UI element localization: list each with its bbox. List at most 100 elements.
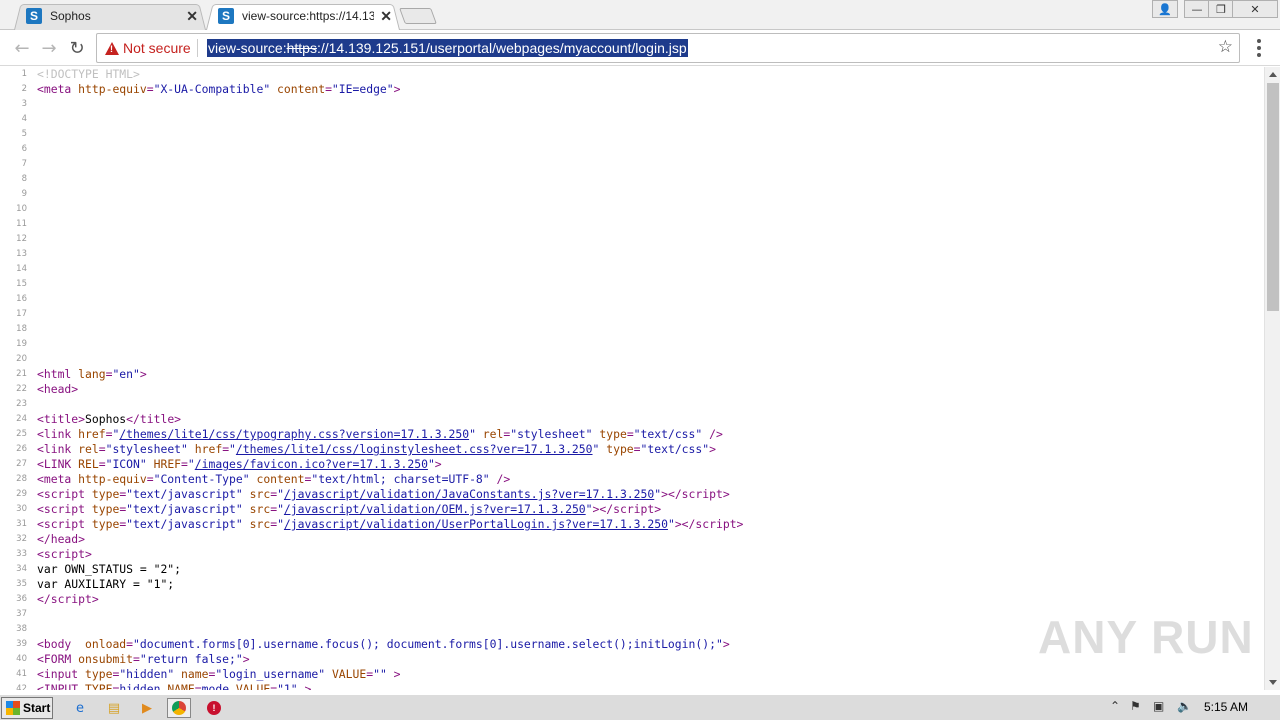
line-code: <script type="text/javascript" src="/jav… [37,517,744,531]
line-number: 27 [16,459,27,469]
line-code: <input type="hidden" name="login_usernam… [37,667,401,681]
source-line: 32 </head> [0,532,1264,547]
line-number: 39 [16,639,27,649]
line-code: <link rel="stylesheet" href="/themes/lit… [37,442,716,456]
line-code: <LINK REL="ICON" HREF="/images/favicon.i… [37,457,442,471]
source-line: 27 <LINK REL="ICON" HREF="/images/favicon… [0,457,1264,472]
line-number: 7 [21,159,27,169]
line-number: 18 [16,324,27,334]
line-number: 13 [16,249,27,259]
close-tab-icon[interactable]: ✕ [380,8,392,25]
line-number: 32 [16,534,27,544]
forward-arrow-icon[interactable]: → [37,36,61,60]
address-bar[interactable]: Not secure view-source:https://14.139.12… [96,33,1240,63]
chrome-icon[interactable] [167,698,191,718]
source-line: 10 [0,202,1264,217]
source-line: 17 [0,307,1264,322]
scroll-up-arrow-icon[interactable] [1269,72,1277,77]
scroll-down-arrow-icon[interactable] [1269,680,1277,685]
line-number: 12 [16,234,27,244]
taskbar: Start e ▤ ▶ ! ⌃ ⚑ ▣ 🔈 5:15 AM [0,694,1280,720]
restore-button[interactable]: ❐ [1208,0,1234,18]
profile-icon[interactable]: 👤 [1152,0,1178,18]
source-line: 16 [0,292,1264,307]
clock[interactable]: 5:15 AM [1204,700,1248,714]
line-code: <script> [37,547,92,561]
close-window-button[interactable]: ✕ [1232,0,1278,18]
warning-icon[interactable] [105,42,119,55]
media-player-icon[interactable]: ▶ [135,698,159,718]
line-number: 20 [16,354,27,364]
reload-icon[interactable]: ↻ [65,36,89,60]
line-code: <INPUT TYPE=hidden NAME=mode VALUE="1" > [37,682,312,690]
volume-icon[interactable]: 🔈 [1177,699,1192,713]
bookmark-star-icon[interactable]: ☆ [1218,37,1233,57]
tab-title: Sophos [50,9,91,23]
minimize-button[interactable]: — [1184,0,1210,18]
line-number: 38 [16,624,27,634]
url-text[interactable]: view-source:https://14.139.125.151/userp… [207,39,688,57]
tab-sophos[interactable]: S Sophos ✕ [14,2,206,30]
line-code: <script type="text/javascript" src="/jav… [37,487,730,501]
source-line: 42 <INPUT TYPE=hidden NAME=mode VALUE="1"… [0,682,1264,690]
line-code: <body onload="document.forms[0].username… [37,637,730,651]
stop-icon[interactable]: ! [202,698,226,718]
source-line: 9 [0,187,1264,202]
network-icon[interactable]: ▣ [1153,699,1164,713]
ie-icon[interactable]: e [68,698,92,718]
source-line: 12 [0,232,1264,247]
flag-icon[interactable]: ⚑ [1130,699,1141,713]
source-line: 1 <!DOCTYPE HTML> [0,67,1264,82]
url-scheme: https [286,40,317,56]
line-code: var AUXILIARY = "1"; [37,577,175,591]
url-rest: ://14.139.125.151/userportal/webpages/my… [316,40,687,56]
source-line: 21 <html lang="en"> [0,367,1264,382]
line-number: 22 [16,384,27,394]
line-number: 42 [16,684,27,690]
source-line: 18 [0,322,1264,337]
explorer-folder-icon[interactable]: ▤ [102,698,126,718]
line-number: 30 [16,504,27,514]
security-indicator[interactable]: Not secure [123,40,191,56]
line-number: 37 [16,609,27,619]
line-number: 4 [21,114,27,124]
source-line: 8 [0,172,1264,187]
close-tab-icon[interactable]: ✕ [186,8,198,25]
source-line: 11 [0,217,1264,232]
url-prefix: view-source: [208,40,287,56]
line-code: <script type="text/javascript" src="/jav… [37,502,662,516]
source-line: 29 <script type="text/javascript" src="/j… [0,487,1264,502]
source-line: 41 <input type="hidden" name="login_usern… [0,667,1264,682]
source-line: 20 [0,352,1264,367]
anyrun-watermark: ANY RUN [1038,611,1254,663]
line-number: 15 [16,279,27,289]
divider [197,39,198,57]
sophos-favicon-icon: S [26,8,42,24]
scroll-thumb[interactable] [1267,83,1279,311]
line-code: <FORM onsubmit="return false;"> [37,652,250,666]
line-code: <meta http-equiv="X-UA-Compatible" conte… [37,82,401,96]
source-line: 7 [0,157,1264,172]
line-code: <meta http-equiv="Content-Type" content=… [37,472,511,486]
source-line: 13 [0,247,1264,262]
line-code: <!DOCTYPE HTML> [37,67,140,81]
source-line: 31 <script type="text/javascript" src="/j… [0,517,1264,532]
menu-dots-icon[interactable] [1252,36,1266,60]
tray-expand-icon[interactable]: ⌃ [1110,699,1120,713]
source-line: 3 [0,97,1264,112]
back-arrow-icon[interactable]: ← [10,36,34,60]
source-line: 6 [0,142,1264,157]
new-tab-button[interactable] [399,8,437,24]
line-number: 26 [16,444,27,454]
line-number: 41 [16,669,27,679]
line-code: <html lang="en"> [37,367,147,381]
vertical-scrollbar[interactable] [1264,67,1280,690]
line-code: var OWN_STATUS = "2"; [37,562,182,576]
tab-view-source[interactable]: S view-source:https://14.139 ✕ [206,2,400,30]
start-button[interactable]: Start [1,697,53,719]
source-line: 28 <meta http-equiv="Content-Type" conten… [0,472,1264,487]
tab-title: view-source:https://14.139 [242,9,374,23]
line-number: 9 [21,189,27,199]
line-code: </script> [37,592,99,606]
line-number: 3 [21,99,27,109]
